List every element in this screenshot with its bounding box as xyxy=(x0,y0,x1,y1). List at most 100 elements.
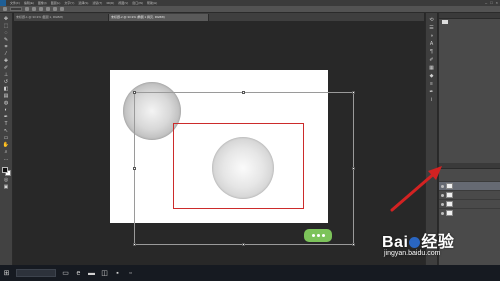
move-tool-icon[interactable]: ✥ xyxy=(3,17,10,22)
foreground-color-swatch[interactable] xyxy=(1,167,8,173)
paths-panel-icon[interactable]: ✒ xyxy=(429,90,435,95)
screen-mode-icon[interactable]: ▣ xyxy=(3,185,10,190)
more-tools-icon[interactable]: … xyxy=(3,157,10,162)
history-state-row[interactable] xyxy=(439,31,500,37)
snapshot-thumbnail-icon xyxy=(442,20,448,24)
layer-thumbnail xyxy=(446,183,453,189)
windows-taskbar: ⊞ ▭ e ▬ ◫ ▪ ▫ xyxy=(0,265,500,281)
eye-icon[interactable] xyxy=(441,211,444,215)
gradient-tool-icon[interactable]: ▤ xyxy=(3,94,10,99)
align-middle-icon[interactable] xyxy=(39,7,43,11)
photoshop-task-icon[interactable]: ▪ xyxy=(114,270,121,277)
align-bottom-icon[interactable] xyxy=(46,7,50,11)
brush-panel-icon[interactable]: ✐ xyxy=(429,58,435,63)
crop-tool-icon[interactable]: ⌗ xyxy=(3,45,10,50)
color-swatches[interactable] xyxy=(1,167,11,176)
layer-row[interactable] xyxy=(439,190,500,199)
healing-brush-tool-icon[interactable]: ✚ xyxy=(3,59,10,64)
clone-stamp-tool-icon[interactable]: ⊥ xyxy=(3,73,10,78)
layer-thumbnail xyxy=(446,201,453,207)
windows-start-icon[interactable]: ⊞ xyxy=(3,270,10,277)
menu-filter[interactable]: 滤镜(T) xyxy=(92,1,102,5)
file-explorer-icon[interactable]: ▬ xyxy=(88,270,95,277)
path-select-tool-icon[interactable]: ↖ xyxy=(3,129,10,134)
eyedropper-tool-icon[interactable]: ⁄ xyxy=(3,52,10,57)
paragraph-panel-icon[interactable]: ¶ xyxy=(429,50,435,55)
menu-file[interactable]: 文件(F) xyxy=(10,1,20,5)
show-transform-checkbox[interactable] xyxy=(25,7,29,11)
blur-tool-icon[interactable]: ◍ xyxy=(3,101,10,106)
align-top-icon[interactable] xyxy=(32,7,36,11)
layer-thumbnail xyxy=(446,210,453,216)
marquee-tool-icon[interactable]: ⬚ xyxy=(3,24,10,29)
watermark-brand: Bai 经验 xyxy=(382,228,454,252)
layer-row[interactable] xyxy=(439,181,500,190)
menu-view[interactable]: 视图(V) xyxy=(118,1,128,5)
edge-browser-icon[interactable]: e xyxy=(75,270,82,277)
quick-select-tool-icon[interactable]: ✎ xyxy=(3,38,10,43)
dodge-tool-icon[interactable]: ◐ xyxy=(3,108,10,113)
minimize-icon[interactable]: – xyxy=(485,0,487,5)
layer-thumbnail xyxy=(446,192,453,198)
transform-handle-bottom-left[interactable] xyxy=(133,243,136,246)
maximize-icon[interactable]: □ xyxy=(490,0,492,5)
shape-tool-icon[interactable]: ▭ xyxy=(3,136,10,141)
canvas-area[interactable] xyxy=(14,21,424,265)
menu-edit[interactable]: 编辑(E) xyxy=(24,1,34,5)
transform-handle-middle-right[interactable] xyxy=(352,167,355,170)
menu-type[interactable]: 文字(Y) xyxy=(64,1,74,5)
tools-panel: ✥ ⬚ ◌ ✎ ⌗ ⁄ ✚ ✐ ⊥ ↺ ◧ ▤ ◍ ◐ ✒ T ↖ ▭ ✋ ⌕ … xyxy=(0,13,13,265)
eraser-tool-icon[interactable]: ◧ xyxy=(3,87,10,92)
channels-panel-icon[interactable]: ≡ xyxy=(429,82,435,87)
layer-row[interactable] xyxy=(439,208,500,217)
eye-icon[interactable] xyxy=(441,193,444,197)
transform-handle-middle-left[interactable] xyxy=(133,167,136,170)
free-transform-bounding-box[interactable] xyxy=(133,91,355,246)
taskbar-search-box[interactable] xyxy=(16,269,56,277)
history-brush-tool-icon[interactable]: ↺ xyxy=(3,80,10,85)
menu-select[interactable]: 选择(S) xyxy=(78,1,88,5)
transform-handle-top-right[interactable] xyxy=(352,91,355,94)
3d-mode-icon[interactable] xyxy=(60,7,64,11)
adjustments-panel-icon[interactable]: ◑ xyxy=(429,34,435,39)
distribute-icon[interactable] xyxy=(53,7,57,11)
menu-layer[interactable]: 图层(L) xyxy=(51,1,61,5)
menu-3d[interactable]: 3D(D) xyxy=(106,1,114,5)
green-badge-icon xyxy=(304,229,332,242)
eye-icon[interactable] xyxy=(441,184,444,188)
menu-help[interactable]: 帮助(H) xyxy=(147,1,157,5)
transform-handle-bottom-middle[interactable] xyxy=(242,243,245,246)
watermark-brand-suffix: 经验 xyxy=(421,234,455,251)
menu-window[interactable]: 窗口(W) xyxy=(132,1,143,5)
layer-row[interactable] xyxy=(439,199,500,208)
auto-select-dropdown[interactable] xyxy=(10,7,22,11)
swatches-panel-icon[interactable]: ▦ xyxy=(429,66,435,71)
move-tool-icon[interactable] xyxy=(3,7,7,11)
history-panel-icon[interactable]: ⟲ xyxy=(429,18,435,23)
zoom-tool-icon[interactable]: ⌕ xyxy=(3,150,10,155)
document-tab-bar: 未标题-1 @ 33.3% (图层 1, RGB/8) 未标题-2 @ 33.3… xyxy=(14,13,424,21)
transform-handle-bottom-right[interactable] xyxy=(352,243,355,246)
character-panel-icon[interactable]: A xyxy=(429,42,435,47)
store-icon[interactable]: ◫ xyxy=(101,270,108,277)
tab-document-2[interactable]: 未标题-2 @ 33.3% (椭圆 1 拷贝, RGB/8) xyxy=(109,14,209,21)
layers-panel xyxy=(439,163,500,233)
eye-icon[interactable] xyxy=(441,202,444,206)
app-task-icon[interactable]: ▫ xyxy=(127,270,134,277)
pen-tool-icon[interactable]: ✒ xyxy=(3,115,10,120)
badge-dot xyxy=(316,234,320,237)
menu-image[interactable]: 图像(I) xyxy=(38,1,47,5)
brush-tool-icon[interactable]: ✐ xyxy=(3,66,10,71)
transform-handle-top-left[interactable] xyxy=(133,91,136,94)
styles-panel-icon[interactable]: ◆ xyxy=(429,74,435,79)
hand-tool-icon[interactable]: ✋ xyxy=(3,143,10,148)
task-view-icon[interactable]: ▭ xyxy=(62,270,69,277)
lasso-tool-icon[interactable]: ◌ xyxy=(3,31,10,36)
close-icon[interactable]: × xyxy=(496,0,498,5)
quick-mask-icon[interactable]: ◎ xyxy=(3,178,10,183)
type-tool-icon[interactable]: T xyxy=(3,122,10,127)
info-panel-icon[interactable]: i xyxy=(429,98,435,103)
transform-handle-top-middle[interactable] xyxy=(242,91,245,94)
properties-panel-icon[interactable]: ☰ xyxy=(429,26,435,31)
tab-document-1[interactable]: 未标题-1 @ 33.3% (图层 1, RGB/8) xyxy=(14,14,109,21)
